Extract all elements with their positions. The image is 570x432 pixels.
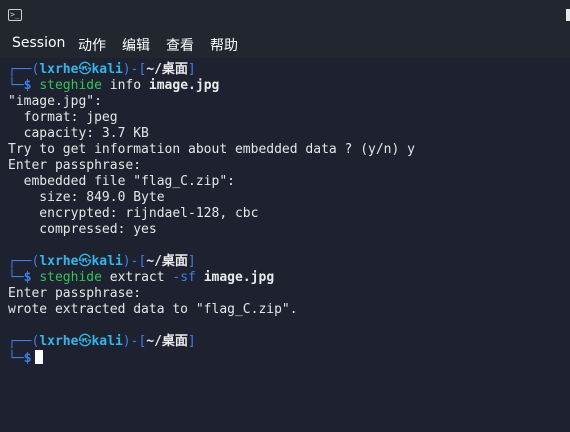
output-line: Enter passphrase: [8, 286, 142, 301]
prompt-bracket: ] [187, 334, 196, 349]
close-icon[interactable] [566, 9, 570, 21]
prompt-line-top: ┌──(lxrhe㉿kali)-[~/桌面] [8, 334, 196, 350]
prompt-paren: ) [122, 334, 131, 349]
terminal-area[interactable]: ┌──(lxrhe㉿kali)-[~/桌面] └─$ steghide info… [0, 58, 570, 432]
prompt-line-top: ┌──(lxrhe㉿kali)-[~/桌面] [8, 254, 196, 270]
prompt-path: ~/桌面 [146, 254, 188, 269]
command-line[interactable]: └─$ [8, 350, 44, 366]
command-name: steghide [39, 78, 102, 93]
command-arg: image.jpg [148, 78, 220, 93]
prompt-bracket: ] [187, 62, 196, 77]
prompt-corner: └─ [8, 78, 24, 93]
prompt-dollar: $ [23, 351, 32, 366]
text-cursor [35, 350, 44, 364]
prompt-host: kali [91, 62, 123, 77]
prompt-path: ~/桌面 [146, 62, 188, 77]
prompt-user: lxrhe [39, 62, 79, 77]
command-flag: -sf [172, 270, 204, 285]
output-line: format: jpeg [8, 110, 118, 125]
command-sub: info [101, 78, 149, 93]
output-line: wrote extracted data to "flag_C.zip". [8, 302, 298, 317]
menu-view[interactable]: 查看 [166, 35, 194, 55]
terminal-icon[interactable]: >_ [8, 9, 22, 21]
menu-actions[interactable]: 动作 [78, 35, 106, 55]
output-line: compressed: yes [8, 222, 157, 237]
output-line: embedded file "flag_C.zip": [8, 174, 235, 189]
command-name: steghide [39, 270, 102, 285]
prompt-user: lxrhe [39, 334, 79, 349]
prompt-host: kali [91, 254, 123, 269]
prompt-at: ㉿ [78, 62, 92, 77]
prompt-bracket: ] [187, 254, 196, 269]
prompt-at: ㉿ [78, 334, 92, 349]
prompt-dollar: $ [23, 270, 32, 285]
menu-edit[interactable]: 编辑 [122, 35, 150, 55]
prompt-corner: ┌── [8, 62, 32, 77]
prompt-corner: ┌── [8, 254, 32, 269]
prompt-path: ~/桌面 [146, 334, 188, 349]
prompt-dollar: $ [23, 78, 32, 93]
prompt-user: lxrhe [39, 254, 79, 269]
menu-session[interactable]: Session [12, 35, 65, 51]
prompt-paren: ) [122, 254, 131, 269]
output-line: Try to get information about embedded da… [8, 142, 415, 157]
output-line: "image.jpg": [8, 94, 102, 109]
prompt-at: ㉿ [78, 254, 92, 269]
prompt-corner: └─ [8, 351, 24, 366]
menu-help[interactable]: 帮助 [210, 35, 238, 55]
prompt-corner: ┌── [8, 334, 32, 349]
command-sub: extract [101, 270, 173, 285]
prompt-host: kali [91, 334, 123, 349]
command-arg: image.jpg [203, 270, 275, 285]
output-line: capacity: 3.7 KB [8, 126, 149, 141]
prompt-line-top: ┌──(lxrhe㉿kali)-[~/桌面] [8, 62, 196, 78]
output-line: size: 849.0 Byte [8, 190, 165, 205]
prompt-corner: └─ [8, 270, 24, 285]
command-line: └─$ steghide extract -sf image.jpg [8, 270, 274, 286]
menu-bar: Session 动作 编辑 查看 帮助 [0, 32, 570, 58]
window-titlebar: >_ [0, 0, 570, 32]
prompt-paren: ) [122, 62, 131, 77]
command-line: └─$ steghide info image.jpg [8, 78, 219, 94]
output-line: encrypted: rijndael-128, cbc [8, 206, 259, 221]
output-line: Enter passphrase: [8, 158, 142, 173]
